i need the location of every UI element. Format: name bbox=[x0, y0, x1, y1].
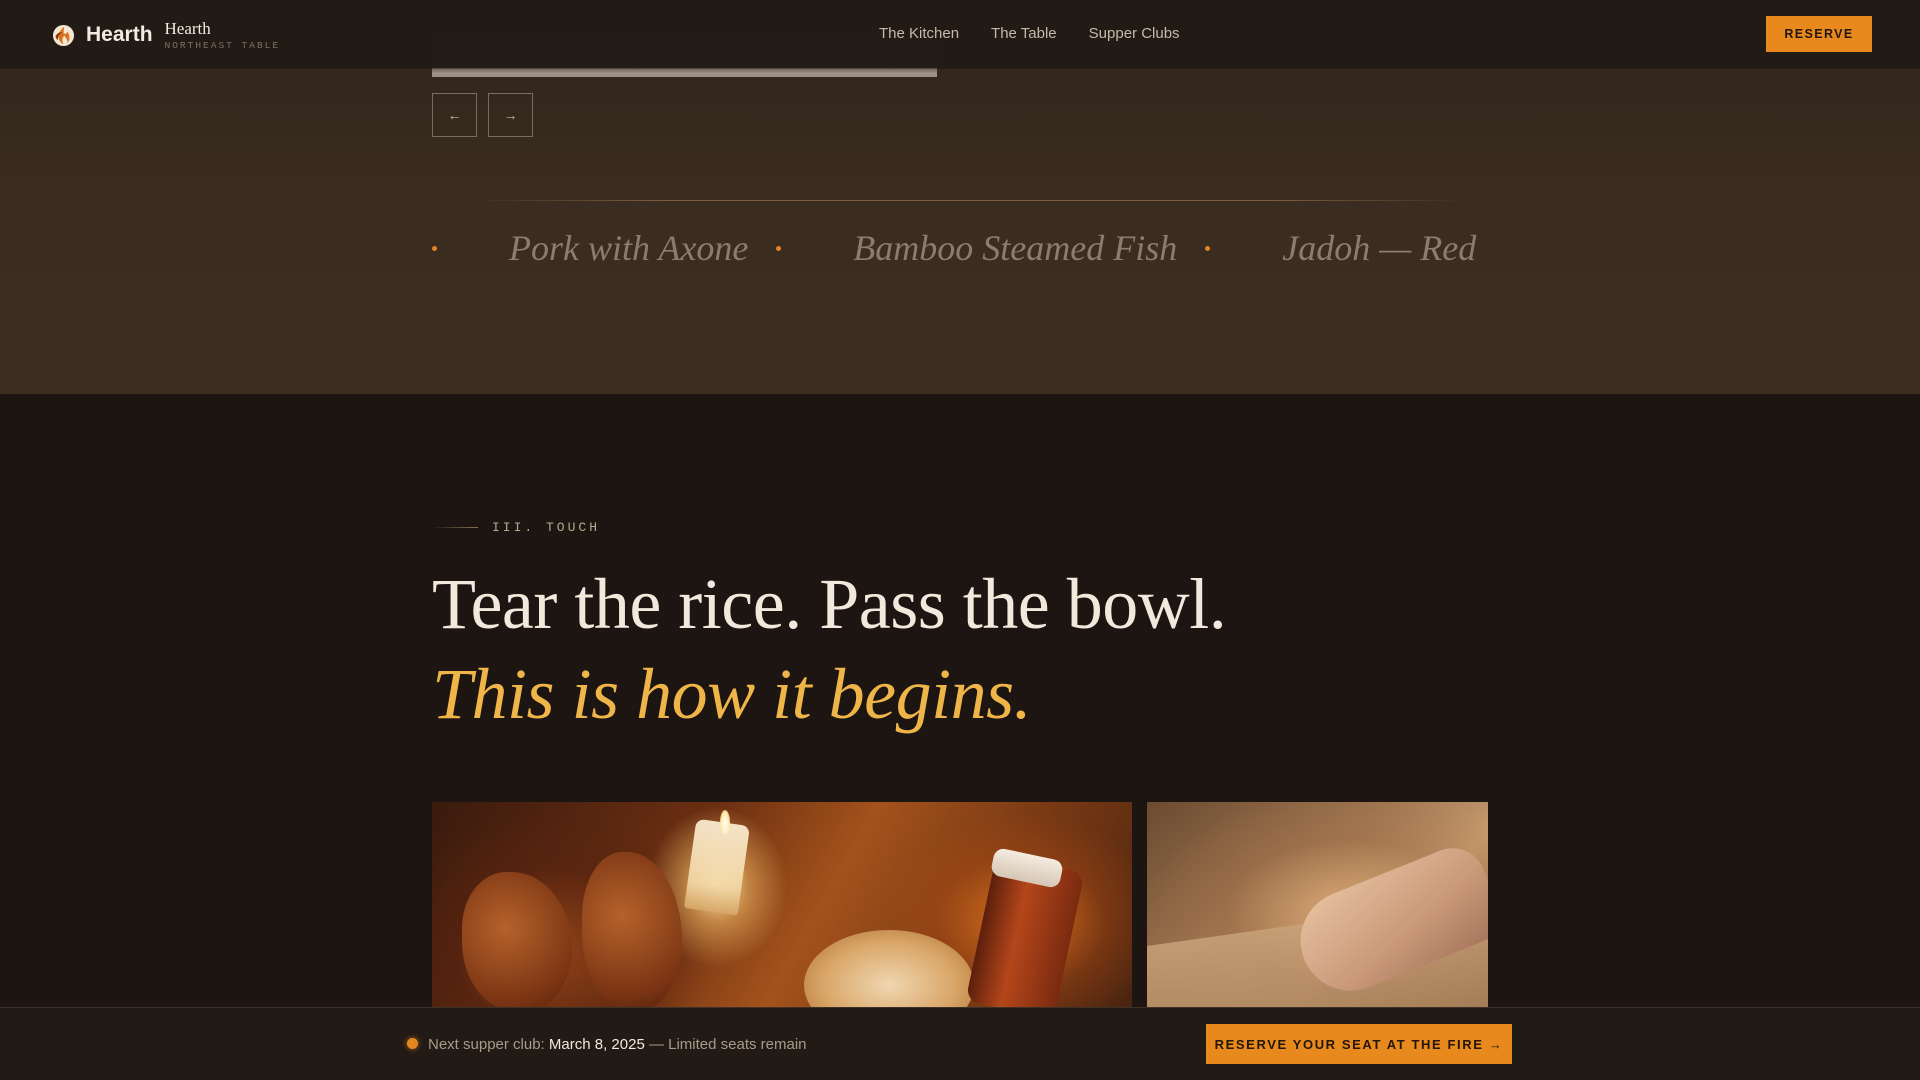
dish-name: Pork with Axone bbox=[509, 228, 749, 268]
sticky-reservation-bar bbox=[0, 1007, 1920, 1080]
reserve-button[interactable]: RESERVE bbox=[1766, 16, 1872, 52]
notice-prefix: Next supper club: bbox=[428, 1036, 545, 1053]
divider bbox=[470, 200, 1470, 201]
brand-tagline: NORTHEAST TABLE bbox=[164, 40, 281, 51]
dish-name: Bamboo Steamed Fish bbox=[853, 228, 1178, 268]
site-header: Hearth Hearth NORTHEAST TABLE The Kitche… bbox=[0, 0, 1920, 68]
nav-link-kitchen[interactable]: The Kitchen bbox=[879, 25, 959, 42]
candle bbox=[684, 818, 750, 916]
feast-photo bbox=[432, 802, 1132, 1007]
brand-subtitle: Hearth bbox=[164, 19, 211, 38]
plate bbox=[804, 930, 974, 1007]
arrow-right-icon: → bbox=[503, 107, 518, 123]
section-eyebrow: III. TOUCH bbox=[432, 520, 600, 535]
carousel-prev-button[interactable]: ← bbox=[432, 93, 477, 137]
notice-date: March 8, 2025 bbox=[548, 1036, 645, 1053]
section-label: III. TOUCH bbox=[492, 520, 601, 535]
dish-marquee: Pork with Axone Bamboo Steamed Fish Jado… bbox=[432, 220, 1490, 276]
food-item bbox=[582, 852, 682, 1007]
flame-logo-icon bbox=[52, 24, 75, 46]
arrow-left-icon: ← bbox=[447, 107, 462, 123]
candle-flame bbox=[720, 810, 730, 834]
main-nav: The Kitchen The Table Supper Clubs bbox=[879, 25, 1180, 42]
carousel-next-button[interactable]: → bbox=[488, 93, 533, 137]
food-item bbox=[462, 872, 572, 1007]
nav-link-table[interactable]: The Table bbox=[991, 25, 1057, 42]
notice-suffix: — Limited seats remain bbox=[648, 1036, 807, 1053]
brand[interactable]: Hearth Hearth NORTHEAST TABLE bbox=[52, 20, 280, 51]
reserve-seat-button[interactable]: RESERVE YOUR SEAT AT THE FIRE → bbox=[1206, 1024, 1512, 1064]
next-supper-club-notice: Next supper club: March 8, 2025 — Limite… bbox=[428, 1036, 807, 1053]
brand-name: Hearth bbox=[86, 23, 153, 47]
section-headline: Tear the rice. Pass the bowl. bbox=[432, 564, 1227, 644]
nav-link-supper-clubs[interactable]: Supper Clubs bbox=[1089, 25, 1180, 42]
status-dot-icon bbox=[407, 1038, 418, 1049]
section-subhead: This is how it begins. bbox=[432, 654, 1032, 734]
dish-name: Jadoh — Red bbox=[1282, 228, 1477, 268]
hands-photo bbox=[1147, 802, 1488, 1007]
eyebrow-line bbox=[432, 527, 478, 528]
